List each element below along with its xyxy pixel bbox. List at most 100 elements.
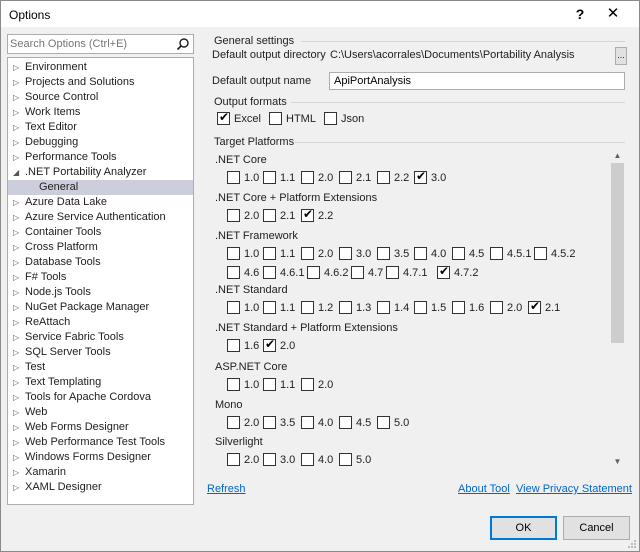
platform-net-core-2-0-checkbox[interactable]	[301, 171, 314, 184]
expand-arrow-icon[interactable]: ▷	[13, 330, 19, 345]
platform-net-framework-4-7-2-checkbox[interactable]: ✔	[437, 264, 450, 279]
expand-arrow-icon[interactable]: ▷	[13, 315, 19, 330]
platform-net-framework-4-6-1-checkbox[interactable]	[263, 266, 276, 279]
about-tool-link[interactable]: About Tool	[458, 483, 510, 495]
platform-net-core-1-0-checkbox[interactable]	[227, 171, 240, 184]
platform-net-framework-4-5-1-checkbox[interactable]	[490, 247, 503, 260]
tree-item-tools-for-apache-cordova[interactable]: ▷ Tools for Apache Cordova	[8, 390, 193, 405]
resize-grip-icon[interactable]	[627, 539, 637, 549]
platform-net-standard-platform-extensions-1-6-checkbox[interactable]	[227, 339, 240, 352]
expand-arrow-icon[interactable]: ▷	[13, 405, 19, 420]
platform-net-standard-1-6-checkbox[interactable]	[452, 301, 465, 314]
tree-item-environment[interactable]: ▷ Environment	[8, 60, 193, 75]
search-input[interactable]	[10, 36, 172, 52]
tree-item-container-tools[interactable]: ▷ Container Tools	[8, 225, 193, 240]
search-box[interactable]	[7, 34, 194, 54]
expand-arrow-icon[interactable]: ▷	[13, 210, 19, 225]
scroll-down-icon[interactable]: ▼	[609, 455, 626, 469]
platform-net-core-platform-extensions-2-1-checkbox[interactable]	[263, 209, 276, 222]
platform-net-standard-2-1-checkbox[interactable]: ✔	[528, 299, 541, 314]
platform-net-framework-3-0-checkbox[interactable]	[339, 247, 352, 260]
expand-arrow-icon[interactable]: ▷	[13, 360, 19, 375]
expand-arrow-icon[interactable]: ▷	[13, 120, 19, 135]
platform-mono-4-5-checkbox[interactable]	[339, 416, 352, 429]
platform-net-standard-1-2-checkbox[interactable]	[301, 301, 314, 314]
expand-arrow-icon[interactable]: ▷	[13, 435, 19, 450]
tree-item-reattach[interactable]: ▷ ReAttach	[8, 315, 193, 330]
expand-arrow-icon[interactable]: ▷	[13, 240, 19, 255]
platform-asp-net-core-1-0-checkbox[interactable]	[227, 378, 240, 391]
tree-item-azure-service-authentication[interactable]: ▷ Azure Service Authentication	[8, 210, 193, 225]
platform-mono-5-0-checkbox[interactable]	[377, 416, 390, 429]
platforms-scrollbar[interactable]: ▲ ▼	[609, 149, 626, 469]
expand-arrow-icon[interactable]: ▷	[13, 375, 19, 390]
format-html-checkbox[interactable]	[269, 112, 282, 125]
platform-net-standard-1-1-checkbox[interactable]	[263, 301, 276, 314]
platform-mono-3-5-checkbox[interactable]	[263, 416, 276, 429]
search-icon[interactable]	[176, 37, 190, 51]
expand-arrow-icon[interactable]: ▷	[13, 480, 19, 495]
tree-item-xamarin[interactable]: ▷ Xamarin	[8, 465, 193, 480]
tree-item-general[interactable]: General	[8, 180, 193, 195]
tree-item-f-tools[interactable]: ▷ F# Tools	[8, 270, 193, 285]
platform-net-standard-1-3-checkbox[interactable]	[339, 301, 352, 314]
browse-button[interactable]: ...	[615, 47, 627, 65]
refresh-link[interactable]: Refresh	[207, 483, 246, 495]
platform-net-framework-4-5-2-checkbox[interactable]	[534, 247, 547, 260]
close-icon[interactable]: ✕	[598, 3, 628, 25]
platform-silverlight-5-0-checkbox[interactable]	[339, 453, 352, 466]
platform-net-standard-2-0-checkbox[interactable]	[490, 301, 503, 314]
tree-item-sql-server-tools[interactable]: ▷ SQL Server Tools	[8, 345, 193, 360]
privacy-statement-link[interactable]: View Privacy Statement	[516, 483, 632, 495]
expand-arrow-icon[interactable]: ▷	[13, 390, 19, 405]
platform-net-standard-platform-extensions-2-0-checkbox[interactable]: ✔	[263, 337, 276, 352]
tree-item-net-portability-analyzer[interactable]: ◢ .NET Portability Analyzer	[8, 165, 193, 180]
ok-button[interactable]: OK	[490, 516, 557, 540]
expand-arrow-icon[interactable]: ▷	[13, 450, 19, 465]
expand-arrow-icon[interactable]: ▷	[13, 150, 19, 165]
platform-net-standard-1-0-checkbox[interactable]	[227, 301, 240, 314]
platform-net-core-platform-extensions-2-0-checkbox[interactable]	[227, 209, 240, 222]
platform-net-framework-1-1-checkbox[interactable]	[263, 247, 276, 260]
platform-net-core-1-1-checkbox[interactable]	[263, 171, 276, 184]
expand-arrow-icon[interactable]: ▷	[13, 300, 19, 315]
platform-net-standard-1-5-checkbox[interactable]	[414, 301, 427, 314]
expand-arrow-icon[interactable]: ▷	[13, 285, 19, 300]
tree-item-node-js-tools[interactable]: ▷ Node.js Tools	[8, 285, 193, 300]
platform-net-standard-1-4-checkbox[interactable]	[377, 301, 390, 314]
expand-arrow-icon[interactable]: ▷	[13, 60, 19, 75]
tree-item-windows-forms-designer[interactable]: ▷ Windows Forms Designer	[8, 450, 193, 465]
tree-item-service-fabric-tools[interactable]: ▷ Service Fabric Tools	[8, 330, 193, 345]
platform-net-framework-4-7-1-checkbox[interactable]	[386, 266, 399, 279]
expand-arrow-icon[interactable]: ▷	[13, 255, 19, 270]
tree-item-web-forms-designer[interactable]: ▷ Web Forms Designer	[8, 420, 193, 435]
platform-silverlight-2-0-checkbox[interactable]	[227, 453, 240, 466]
expand-arrow-icon[interactable]: ▷	[13, 270, 19, 285]
platform-net-core-3-0-checkbox[interactable]: ✔	[414, 169, 427, 184]
tree-item-nuget-package-manager[interactable]: ▷ NuGet Package Manager	[8, 300, 193, 315]
tree-item-source-control[interactable]: ▷ Source Control	[8, 90, 193, 105]
tree-item-web[interactable]: ▷ Web	[8, 405, 193, 420]
tree-item-xaml-designer[interactable]: ▷ XAML Designer	[8, 480, 193, 495]
platform-silverlight-3-0-checkbox[interactable]	[263, 453, 276, 466]
scroll-thumb[interactable]	[611, 163, 624, 343]
format-excel-checkbox[interactable]: ✔	[217, 110, 230, 125]
platform-asp-net-core-2-0-checkbox[interactable]	[301, 378, 314, 391]
tree-item-web-performance-test-tools[interactable]: ▷ Web Performance Test Tools	[8, 435, 193, 450]
platform-asp-net-core-1-1-checkbox[interactable]	[263, 378, 276, 391]
tree-item-text-templating[interactable]: ▷ Text Templating	[8, 375, 193, 390]
tree-item-debugging[interactable]: ▷ Debugging	[8, 135, 193, 150]
platform-mono-4-0-checkbox[interactable]	[301, 416, 314, 429]
cancel-button[interactable]: Cancel	[563, 516, 630, 540]
expand-arrow-icon[interactable]: ▷	[13, 465, 19, 480]
platform-mono-2-0-checkbox[interactable]	[227, 416, 240, 429]
expand-arrow-icon[interactable]: ▷	[13, 420, 19, 435]
expand-arrow-icon[interactable]: ▷	[13, 75, 19, 90]
platform-silverlight-4-0-checkbox[interactable]	[301, 453, 314, 466]
platform-net-framework-4-0-checkbox[interactable]	[414, 247, 427, 260]
format-json-checkbox[interactable]	[324, 112, 337, 125]
platform-net-core-platform-extensions-2-2-checkbox[interactable]: ✔	[301, 207, 314, 222]
expand-arrow-icon[interactable]: ▷	[13, 195, 19, 210]
tree-item-azure-data-lake[interactable]: ▷ Azure Data Lake	[8, 195, 193, 210]
tree-item-performance-tools[interactable]: ▷ Performance Tools	[8, 150, 193, 165]
